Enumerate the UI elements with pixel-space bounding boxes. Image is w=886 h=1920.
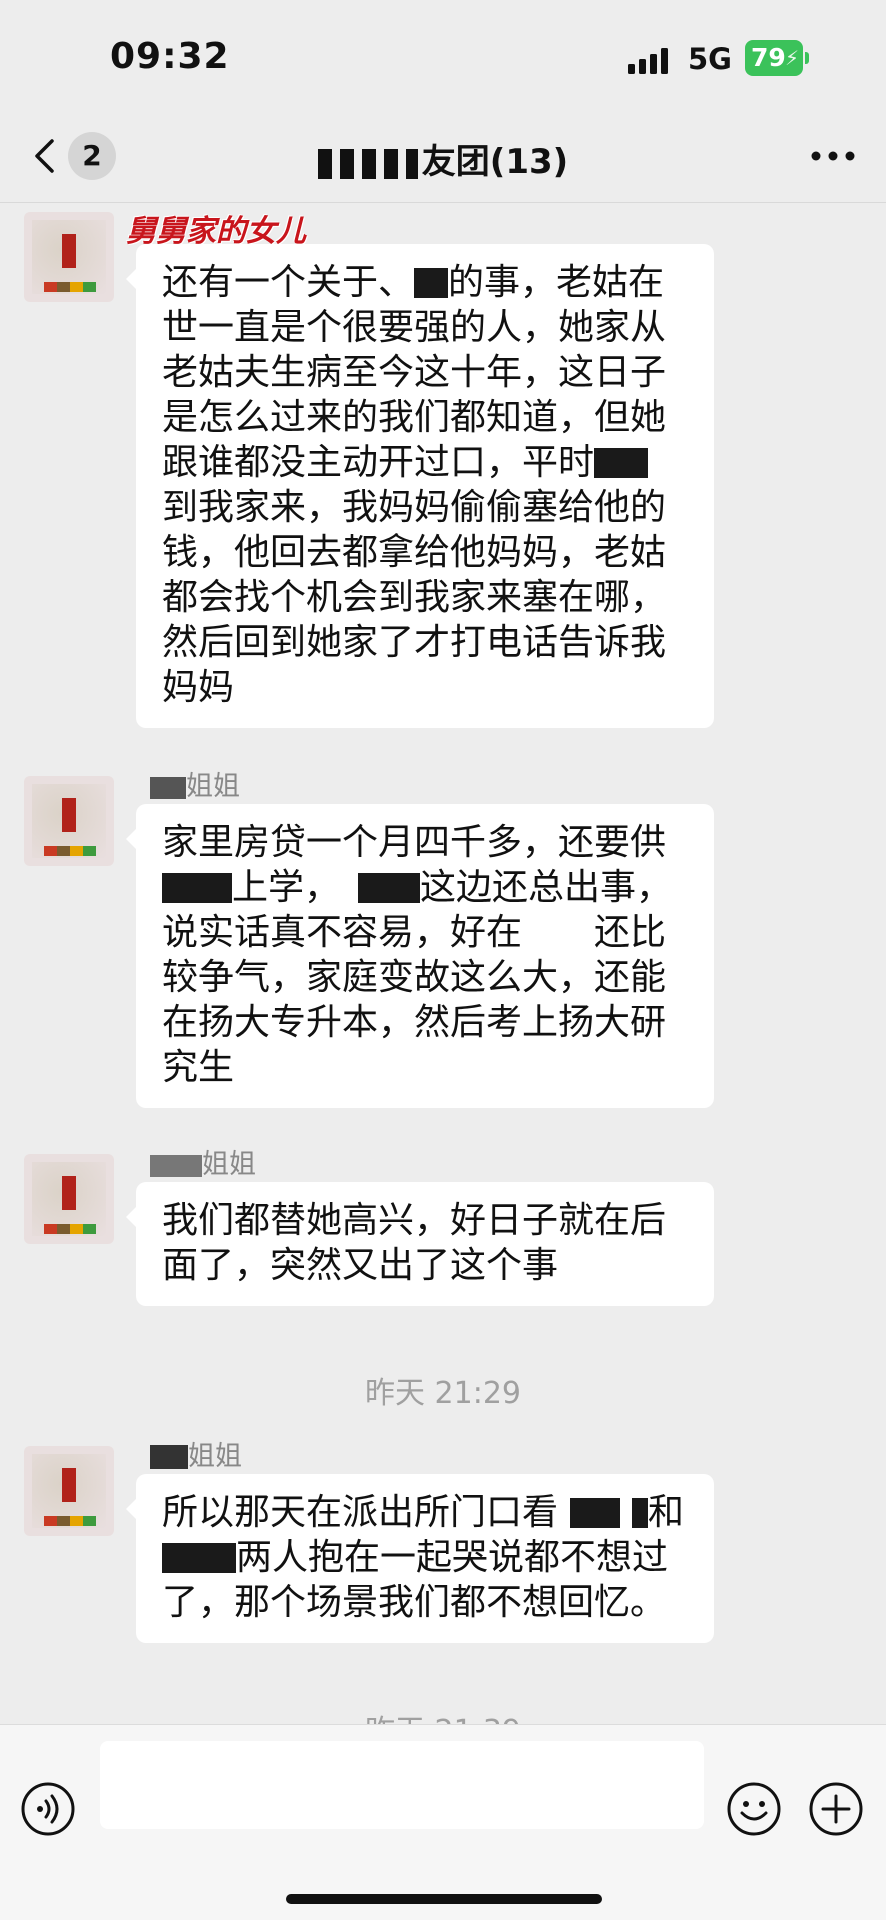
message-text: 较争气，家庭变故这么大，还能 <box>162 957 667 998</box>
redacted-block <box>358 873 421 903</box>
message-text: 是怎么过来的我们都知道，但她 <box>162 397 667 438</box>
message-text: 还比 <box>594 912 667 953</box>
status-time: 09:32 <box>110 36 230 77</box>
message-text: 妈妈 <box>162 667 235 708</box>
redacted-block <box>150 1155 202 1177</box>
avatar[interactable] <box>24 212 114 302</box>
message-text: 了，那个场景我们都不想回忆。 <box>162 1582 667 1623</box>
redacted-block <box>522 918 594 948</box>
message-text: 跟谁都没主动开过口，平时 <box>162 442 595 483</box>
message-text: 到我家来，我妈妈偷偷塞给他的 <box>162 487 667 528</box>
redacted-block <box>632 1498 649 1528</box>
emoji-icon[interactable] <box>726 1781 782 1837</box>
chat-screen: 09:32 5G 79 ⚡ 2 友团(13) 舅舅家的女儿 还有一个关于、 的事… <box>0 0 886 1920</box>
redacted-block <box>414 268 449 298</box>
message-text: 的事，老姑在 <box>448 262 665 303</box>
signal-icon <box>628 48 668 74</box>
message-text: 在扬大专升本，然后考上扬大研 <box>162 1002 667 1043</box>
avatar[interactable] <box>24 776 114 866</box>
sender-name: 姐姐 <box>150 1434 242 1473</box>
message-text: 面了，突然又出了这个事 <box>162 1245 559 1286</box>
home-indicator <box>286 1894 602 1904</box>
message-text: 然后回到她家了才打电话告诉我 <box>162 622 667 663</box>
message-text: 上学， <box>232 867 341 908</box>
more-dots-icon[interactable] <box>808 138 858 174</box>
message-bubble[interactable]: 还有一个关于、 的事，老姑在 世一直是个很要强的人，她家从 老姑夫生病至今这十年，… <box>126 244 714 728</box>
message-text: 世一直是个很要强的人，她家从 <box>162 307 667 348</box>
message-text: 究生 <box>162 1047 235 1088</box>
message-text: 还有一个关于、 <box>162 262 415 303</box>
input-bar <box>0 1724 886 1920</box>
message-text: 我们都替她高兴，好日子就在后 <box>162 1200 667 1241</box>
battery-level: 79 <box>751 43 786 72</box>
voice-icon[interactable] <box>20 1781 76 1837</box>
chat-title: 友团(13) <box>0 134 886 183</box>
redacted-block <box>317 148 418 179</box>
charging-icon: ⚡ <box>784 46 799 70</box>
redacted-block <box>162 1543 236 1573</box>
message-text: 说实话真不容易，好在 <box>162 912 523 953</box>
battery-tip <box>805 52 809 64</box>
message-text: 家里房贷一个月四千多，还要供 <box>162 822 667 863</box>
redacted-block <box>150 777 186 799</box>
message-input[interactable] <box>100 1741 704 1829</box>
message-text: 老姑夫生病至今这十年，这日子 <box>162 352 667 393</box>
message-text: 钱，他回去都拿给他妈妈，老姑 <box>162 532 667 573</box>
redacted-block <box>570 1498 621 1528</box>
message-text: 和 <box>648 1492 685 1533</box>
message-text: 所以那天在派出所门口看 <box>162 1492 559 1533</box>
sender-name: 姐姐 <box>150 764 240 803</box>
sender-name: 姐姐 <box>150 1142 256 1181</box>
message-bubble[interactable]: 家里房贷一个月四千多，还要供 上学， 这边还总出事， 说实话真不容易，好在 还比 较… <box>126 804 714 1108</box>
message-text: 这边还总出事， <box>420 867 673 908</box>
message-text: 都会找个机会到我家来塞在哪， <box>162 577 667 618</box>
avatar[interactable] <box>24 1446 114 1536</box>
battery-indicator: 79 ⚡ <box>745 40 803 76</box>
chat-title-text: 友团(13) <box>421 142 569 182</box>
plus-icon[interactable] <box>808 1781 864 1837</box>
status-bar: 09:32 5G 79 ⚡ <box>0 0 886 110</box>
message-bubble[interactable]: 我们都替她高兴，好日子就在后 面了，突然又出了这个事 <box>126 1182 714 1306</box>
redacted-block <box>162 873 232 903</box>
redacted-block <box>150 1445 188 1469</box>
message-bubble[interactable]: 所以那天在派出所门口看 和 两人抱在一起哭说都不想过 了，那个场景我们都不想回忆。 <box>126 1474 714 1643</box>
avatar[interactable] <box>24 1154 114 1244</box>
nav-bar: 2 友团(13) <box>0 110 886 203</box>
network-label: 5G <box>688 42 732 76</box>
message-text: 两人抱在一起哭说都不想过 <box>236 1537 669 1578</box>
timestamp: 昨天 21:29 <box>365 1376 521 1411</box>
redacted-block <box>594 448 649 478</box>
